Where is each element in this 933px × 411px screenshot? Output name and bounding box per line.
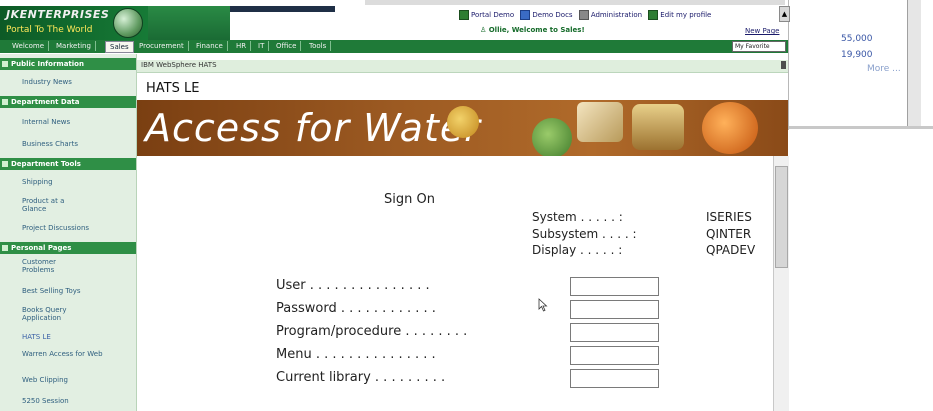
tab-sales[interactable]: Sales <box>105 41 134 53</box>
logo-subtitle: Portal To The World <box>6 25 93 35</box>
signon-title: Sign On <box>384 192 435 207</box>
sidebar-section-personal-pages[interactable]: Personal Pages <box>0 242 136 254</box>
sidebar-item-project-discussions[interactable]: Project Discussions <box>0 224 136 232</box>
user-label: User . . . . . . . . . . . . . . . <box>276 278 430 293</box>
sidebar-item-customer-problems[interactable]: Customer Problems <box>0 258 80 274</box>
portlet-title-bar: IBM WebSphere HATS <box>137 60 788 73</box>
welcome-message: ♙ Ollie, Welcome to Sales! <box>480 26 585 34</box>
sidebar-item-product-at-a-glance[interactable]: Product at a Glance <box>0 197 80 213</box>
section-title: Personal Pages <box>11 244 72 252</box>
collapse-icon <box>2 161 8 167</box>
banner-title: Access for Water <box>145 106 481 150</box>
signon-screen <box>137 156 773 411</box>
edit-profile-icon <box>648 10 659 20</box>
sidebar-item-best-selling-toys[interactable]: Best Selling Toys <box>0 287 136 295</box>
administration-icon <box>578 10 589 20</box>
hats-le-label: HATS LE <box>146 81 200 96</box>
tab-bar: Welcome Marketing Sales Procurement Fina… <box>0 40 788 53</box>
menu-label: Menu . . . . . . . . . . . . . . . <box>276 347 436 362</box>
sidebar-section-department-data[interactable]: Department Data <box>0 96 136 108</box>
sidebar-section-public-information[interactable]: Public Information <box>0 58 136 70</box>
section-title: Public Information <box>11 60 84 68</box>
password-label: Password . . . . . . . . . . . . <box>276 301 436 316</box>
globe-icon <box>113 8 143 38</box>
user-input[interactable] <box>570 277 659 296</box>
header-graphic <box>148 6 230 40</box>
sidebar-item-industry-news[interactable]: Industry News <box>0 78 136 86</box>
background-value: 55,000 <box>841 34 873 44</box>
welcome-text: Ollie, Welcome to Sales! <box>488 26 585 34</box>
program-procedure-label: Program/procedure . . . . . . . . <box>276 324 468 339</box>
portlet-title: IBM WebSphere HATS <box>141 61 217 69</box>
fruit-image <box>447 106 479 138</box>
nav-link-edit-profile[interactable]: Edit my profile <box>660 11 711 19</box>
subsystem-value: QINTER <box>706 227 752 241</box>
tab-marketing[interactable]: Marketing <box>52 41 96 51</box>
background-scrollbar[interactable] <box>907 0 921 126</box>
nav-link-demo-docs[interactable]: Demo Docs <box>532 11 572 19</box>
tab-tools[interactable]: Tools <box>305 41 332 51</box>
background-window-border <box>789 126 933 129</box>
tab-hr[interactable]: HR <box>232 41 252 51</box>
background-window: 55,000 19,900 More ... <box>788 0 933 130</box>
mouse-cursor-icon <box>538 298 548 312</box>
collapse-icon <box>2 245 8 251</box>
demo-docs-icon <box>520 10 531 20</box>
sidebar-item-hats-le[interactable]: HATS LE <box>0 333 136 341</box>
system-value: ISERIES <box>706 210 752 224</box>
password-input[interactable] <box>570 300 659 319</box>
tab-procurement[interactable]: Procurement <box>135 41 189 51</box>
banner: Access for Water <box>137 100 788 156</box>
fruit-image <box>532 118 572 156</box>
current-library-input[interactable] <box>570 369 659 388</box>
header-nav: Portal Demo Demo Docs Administration Edi… <box>455 10 711 20</box>
section-title: Department Data <box>11 98 80 106</box>
sidebar-item-5250-session[interactable]: 5250 Session <box>0 397 136 405</box>
background-value: 19,900 <box>841 50 873 60</box>
tab-it[interactable]: IT <box>254 41 270 51</box>
subsystem-label: Subsystem . . . . : <box>532 227 637 241</box>
nav-link-portal-demo[interactable]: Portal Demo <box>471 11 514 19</box>
sidebar-item-books-query-application[interactable]: Books Query Application <box>0 306 80 322</box>
sidebar-section-department-tools[interactable]: Department Tools <box>0 158 136 170</box>
tab-welcome[interactable]: Welcome <box>8 41 50 51</box>
sidebar-item-shipping[interactable]: Shipping <box>0 178 136 186</box>
sidebar-item-business-charts[interactable]: Business Charts <box>0 140 136 148</box>
program-procedure-input[interactable] <box>570 323 659 342</box>
collapse-icon <box>2 99 8 105</box>
sidebar: Public Information Industry News Departm… <box>0 54 137 411</box>
portlet-menu-icon[interactable] <box>781 61 786 69</box>
sidebar-item-warren-access-for-web[interactable]: Warren Access for Web <box>0 350 108 358</box>
menu-input[interactable] <box>570 346 659 365</box>
system-label: System . . . . . : <box>532 210 623 224</box>
new-page-link[interactable]: New Page <box>745 27 779 35</box>
favorites-select[interactable]: My Favorite <box>732 41 786 52</box>
collapse-icon <box>2 61 8 67</box>
scrollbar-thumb[interactable] <box>775 166 788 268</box>
nav-link-administration[interactable]: Administration <box>591 11 642 19</box>
user-icon: ♙ <box>480 26 487 34</box>
orange-image <box>702 102 758 154</box>
vegetable-image <box>577 102 623 142</box>
more-link[interactable]: More ... <box>867 64 901 74</box>
sidebar-item-internal-news[interactable]: Internal News <box>0 118 136 126</box>
logo-title: JKENTERPRISES <box>6 8 110 21</box>
background-window-strip <box>365 0 785 5</box>
bread-image <box>632 104 684 150</box>
header-band <box>230 6 335 12</box>
portal-demo-icon <box>459 10 469 20</box>
display-label: Display . . . . . : <box>532 243 623 257</box>
section-title: Department Tools <box>11 160 81 168</box>
display-value: QPADEV <box>706 243 756 257</box>
current-library-label: Current library . . . . . . . . . <box>276 370 446 385</box>
tab-office[interactable]: Office <box>272 41 302 51</box>
sidebar-item-web-clipping[interactable]: Web Clipping <box>0 376 136 384</box>
scroll-up-arrow-icon[interactable]: ▲ <box>779 6 790 22</box>
tab-finance[interactable]: Finance <box>192 41 228 51</box>
